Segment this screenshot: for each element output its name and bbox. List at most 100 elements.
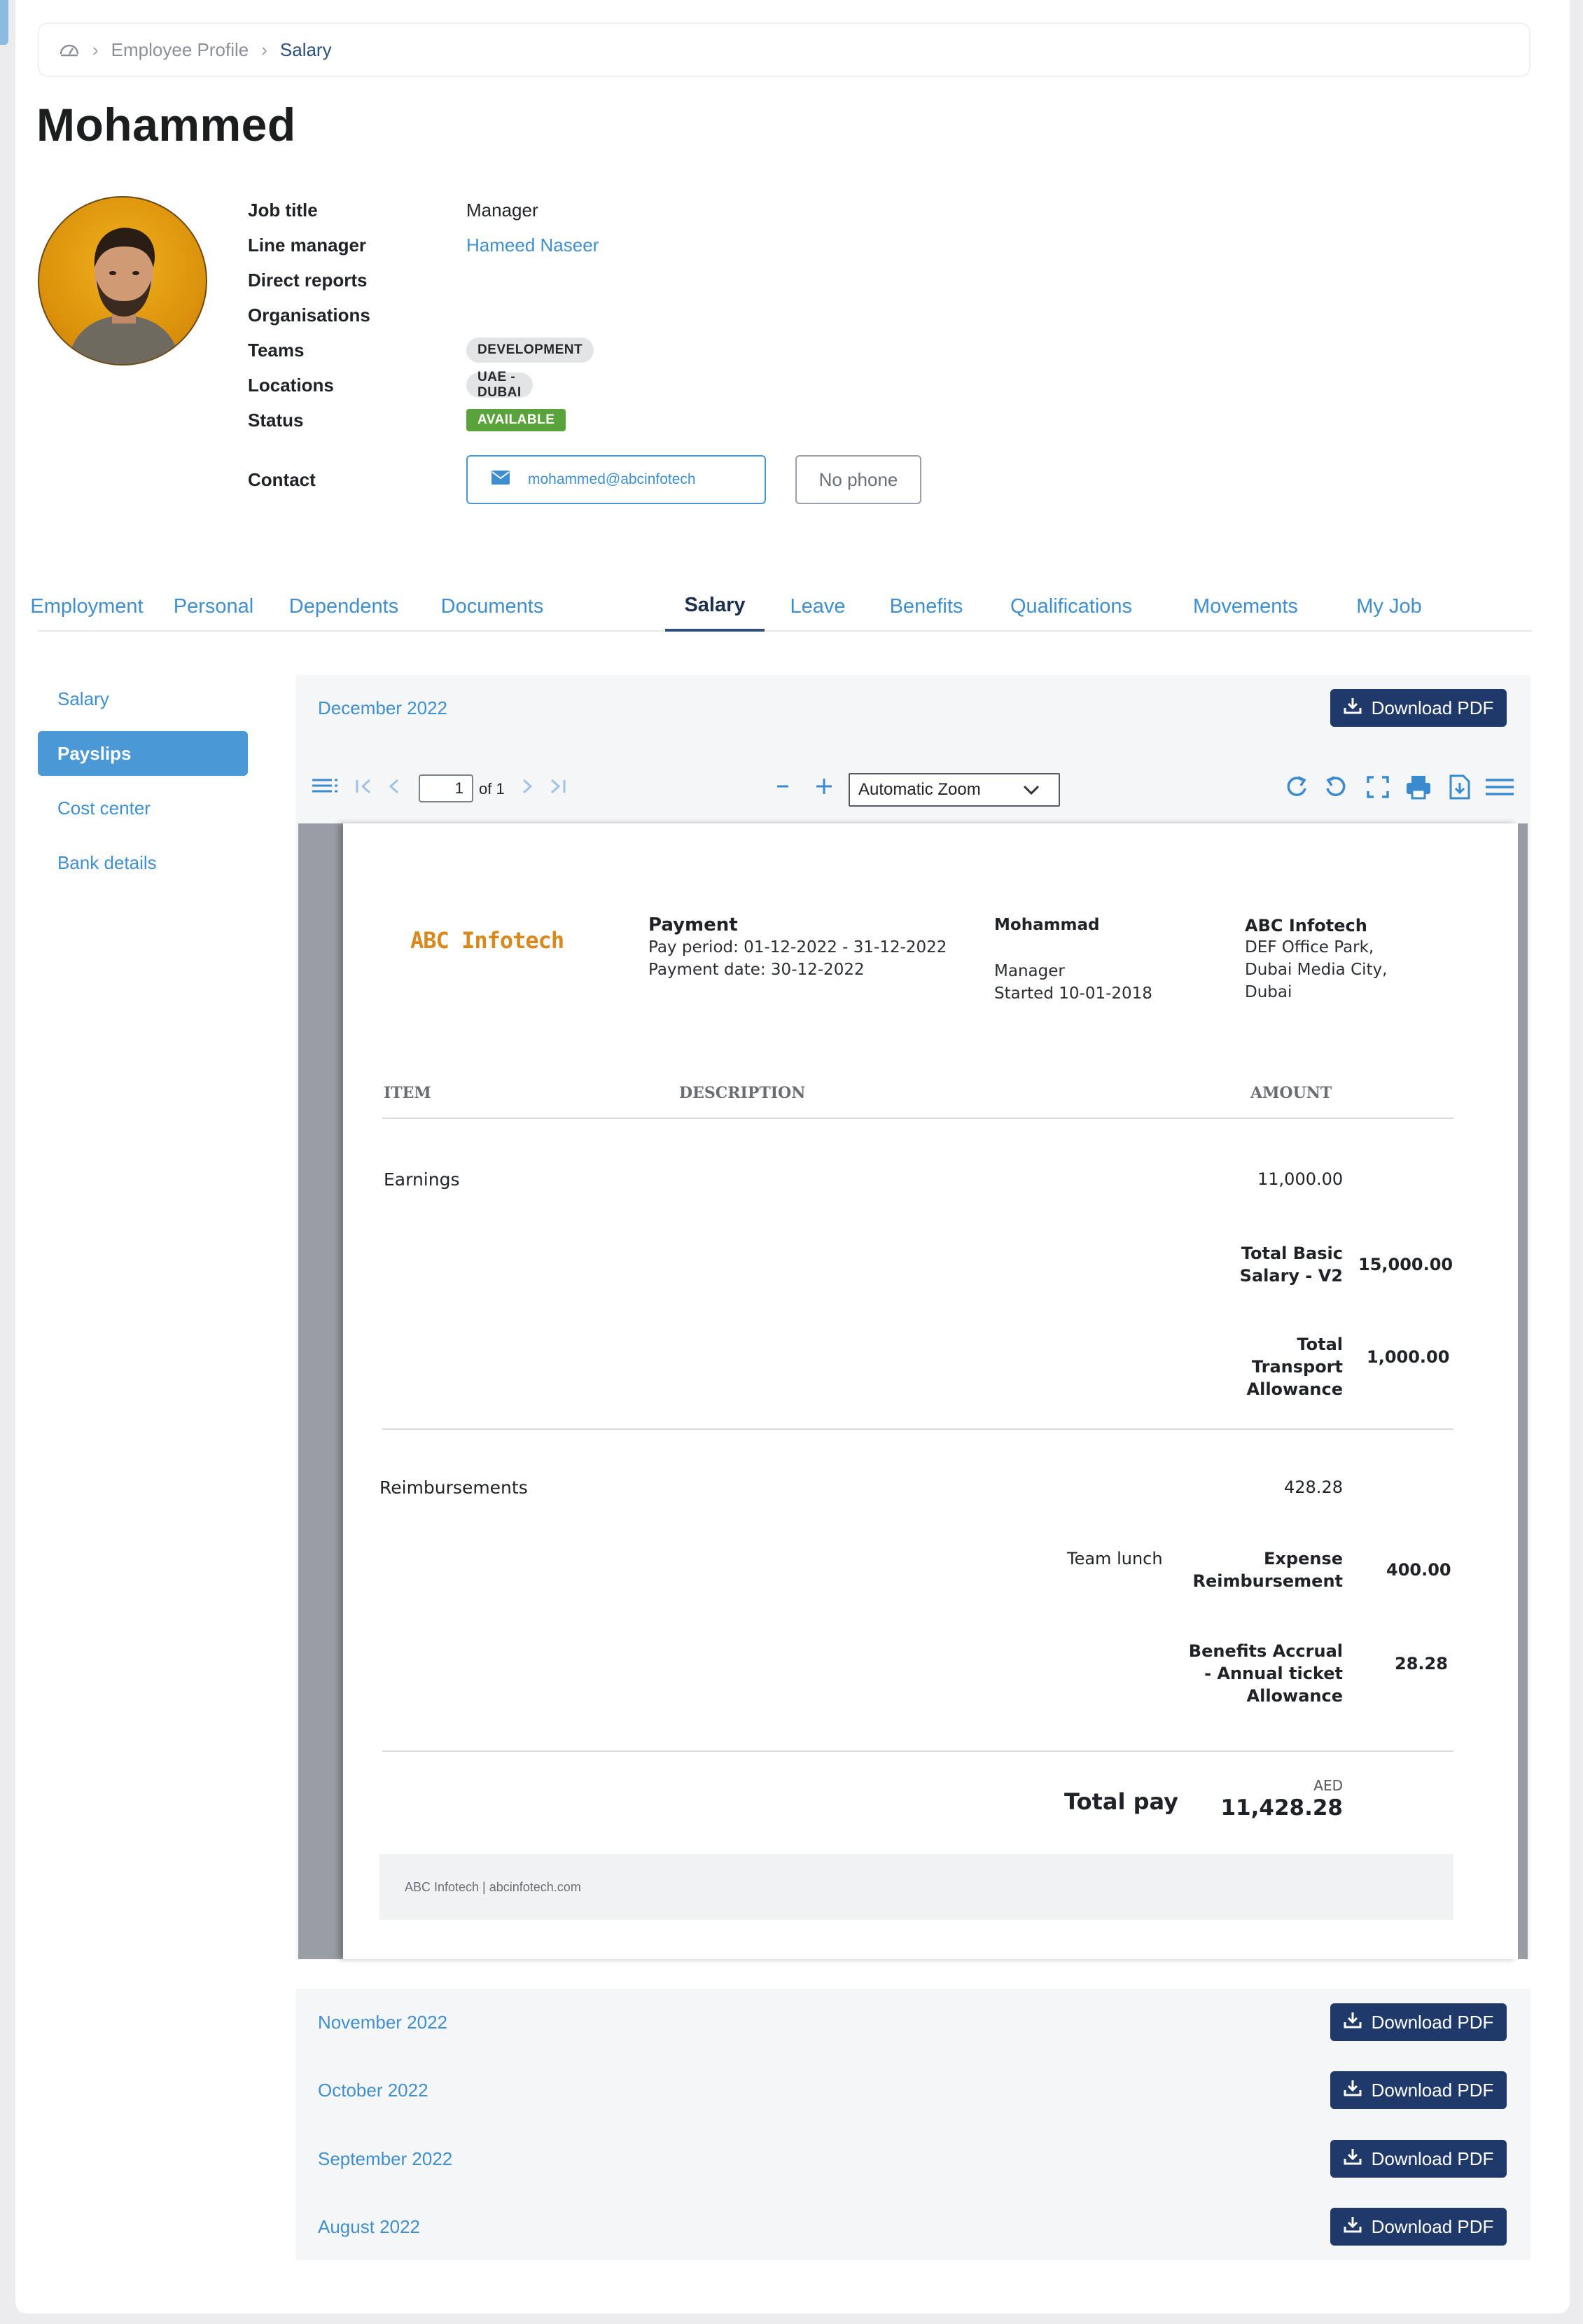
fullscreen-icon[interactable]	[1365, 773, 1390, 805]
last-page-icon[interactable]	[546, 773, 567, 802]
column-header-description: DESCRIPTION	[679, 1084, 806, 1102]
subnav-cost-center[interactable]: Cost center	[38, 786, 248, 830]
breadcrumb-salary: Salary	[279, 39, 332, 60]
download-label: Download PDF	[1371, 2079, 1494, 2101]
tab-qualifications[interactable]: Qualifications	[1001, 581, 1141, 632]
payslip-row-november[interactable]: November 2022 Download PDF	[295, 1989, 1530, 2056]
subnav-bank-details[interactable]: Bank details	[38, 840, 248, 885]
line-manager-link[interactable]: Hameed Naseer	[466, 235, 599, 256]
subnav-salary[interactable]: Salary	[38, 676, 248, 721]
reimbursements-label: Reimbursements	[379, 1477, 528, 1498]
team-lunch-description: Team lunch	[1067, 1549, 1163, 1568]
payment-date: Payment date: 30-12-2022	[648, 961, 865, 979]
avatar	[38, 196, 207, 366]
zoom-in-icon[interactable]	[814, 773, 835, 802]
tab-salary[interactable]: Salary	[665, 581, 765, 632]
breadcrumb-employee-profile[interactable]: Employee Profile	[111, 39, 249, 61]
currency-label: AED	[1313, 1777, 1343, 1794]
page-number-input[interactable]: 1	[419, 774, 473, 802]
tab-my-job[interactable]: My Job	[1347, 581, 1431, 632]
basic-salary-amount: 15,000.00	[1358, 1255, 1453, 1274]
dashboard-icon[interactable]	[59, 41, 80, 58]
employee-role: Manager	[994, 962, 1065, 980]
benefits-label-1: Benefits Accrual	[1188, 1641, 1343, 1661]
teams-label: Teams	[248, 339, 305, 361]
rotate-clockwise-icon[interactable]	[1283, 773, 1311, 805]
download-icon	[1344, 2011, 1362, 2034]
zoom-out-icon[interactable]	[773, 773, 794, 802]
chevron-down-icon	[1022, 781, 1040, 803]
payslip-month: December 2022	[318, 697, 447, 718]
chevron-right-icon: ›	[92, 39, 99, 60]
payslip-row-september[interactable]: September 2022 Download PDF	[295, 2124, 1530, 2193]
breadcrumb: › Employee Profile › Salary	[38, 22, 1530, 77]
column-header-item: ITEM	[384, 1084, 431, 1102]
download-label: Download PDF	[1371, 2215, 1494, 2237]
transport-amount: 1,000.00	[1367, 1347, 1450, 1367]
divider	[382, 1428, 1453, 1430]
download-pdf-button[interactable]: Download PDF	[1330, 689, 1507, 727]
earnings-total: 11,000.00	[1257, 1169, 1344, 1189]
divider	[382, 1751, 1453, 1752]
save-document-icon[interactable]	[1448, 773, 1472, 805]
company-logo: ABC Infotech	[410, 927, 564, 954]
payslip-footer: ABC Infotech | abcinfotech.com	[379, 1854, 1453, 1920]
download-pdf-button[interactable]: Download PDF	[1330, 2071, 1507, 2109]
company-address-line: DEF Office Park,	[1245, 938, 1374, 956]
payslip-row-december[interactable]: December 2022 Download PDF	[295, 675, 1530, 741]
zoom-value: Automatic Zoom	[858, 780, 981, 799]
job-title-value: Manager	[466, 199, 538, 221]
profile-tabs: Employment Personal Dependents Documents…	[30, 581, 1532, 632]
column-header-amount: AMOUNT	[1250, 1084, 1332, 1102]
tab-movements[interactable]: Movements	[1186, 581, 1305, 632]
expense-label-2: Reimbursement	[1192, 1571, 1344, 1591]
download-icon	[1344, 2079, 1362, 2102]
earnings-label: Earnings	[384, 1169, 460, 1190]
total-pay-label: Total pay	[1064, 1788, 1178, 1815]
benefits-label-3: Allowance	[1246, 1686, 1343, 1706]
rotate-counterclockwise-icon[interactable]	[1322, 773, 1350, 805]
download-icon	[1344, 2148, 1362, 2171]
basic-salary-label-1: Total Basic	[1241, 1244, 1343, 1263]
download-pdf-button[interactable]: Download PDF	[1330, 2208, 1507, 2246]
sidebar-toggle-icon[interactable]	[311, 773, 339, 802]
tab-dependents[interactable]: Dependents	[284, 581, 403, 632]
location-badge: UAE - DUBAI	[466, 370, 533, 400]
first-page-icon[interactable]	[354, 773, 375, 802]
download-label: Download PDF	[1371, 697, 1494, 718]
download-icon	[1344, 2215, 1362, 2239]
locations-label: Locations	[248, 374, 334, 396]
tab-benefits[interactable]: Benefits	[881, 581, 972, 632]
reimbursements-total: 428.28	[1284, 1477, 1343, 1497]
total-pay-amount: 11,428.28	[1220, 1795, 1343, 1821]
organisations-label: Organisations	[248, 304, 370, 326]
payslip-row-october[interactable]: October 2022 Download PDF	[295, 2056, 1530, 2124]
tab-leave[interactable]: Leave	[783, 581, 853, 632]
print-icon[interactable]	[1404, 773, 1432, 805]
menu-icon[interactable]	[1484, 773, 1515, 805]
next-page-icon[interactable]	[518, 773, 535, 802]
phone-button[interactable]: No phone	[795, 455, 921, 504]
transport-label-2: Transport	[1251, 1357, 1343, 1377]
team-badge: DEVELOPMENT	[466, 338, 594, 363]
payslip-month: November 2022	[318, 2011, 447, 2033]
download-pdf-button[interactable]: Download PDF	[1330, 2003, 1507, 2041]
company-address-line: Dubai Media City,	[1245, 961, 1388, 979]
subnav-payslips[interactable]: Payslips	[38, 731, 248, 776]
download-pdf-button[interactable]: Download PDF	[1330, 2140, 1507, 2178]
basic-salary-label-2: Salary - V2	[1239, 1266, 1343, 1286]
payslip-month: August 2022	[318, 2215, 421, 2237]
payslip-row-august[interactable]: August 2022 Download PDF	[295, 2193, 1530, 2260]
previous-page-icon[interactable]	[386, 773, 403, 802]
zoom-select[interactable]: Automatic Zoom	[849, 773, 1060, 807]
download-icon	[1344, 697, 1362, 720]
status-label: Status	[248, 409, 304, 431]
tab-personal[interactable]: Personal	[168, 581, 259, 632]
tab-employment[interactable]: Employment	[30, 581, 143, 632]
expense-amount: 400.00	[1386, 1560, 1451, 1580]
pdf-viewer: 1 of 1 Automatic Zoom ABC Infotech Payme…	[295, 741, 1530, 1959]
email-button[interactable]: mohammed@abcinfotech	[466, 455, 766, 504]
transport-label-3: Allowance	[1246, 1379, 1343, 1399]
line-manager-label: Line manager	[248, 234, 367, 256]
tab-documents[interactable]: Documents	[433, 581, 552, 632]
